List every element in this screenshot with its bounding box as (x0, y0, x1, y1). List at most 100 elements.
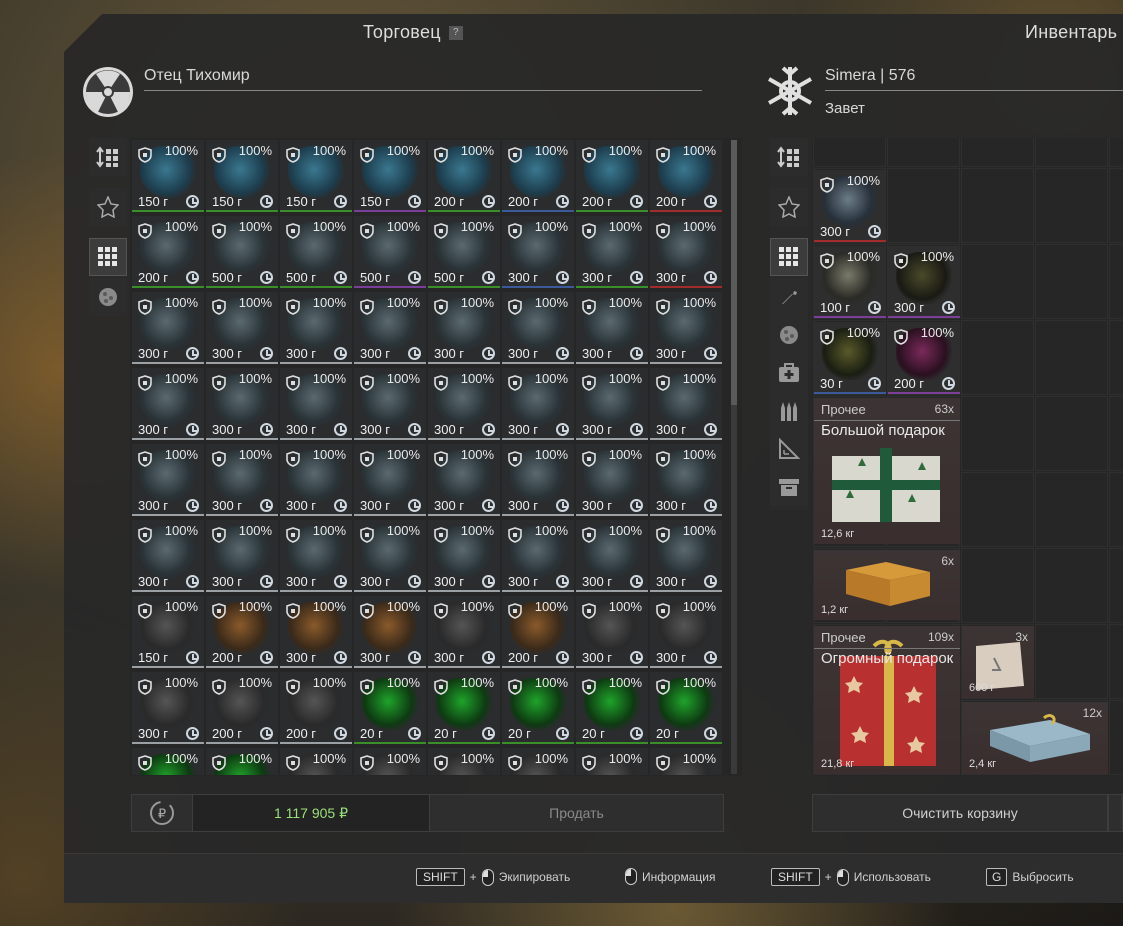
trader-item-slot[interactable]: 100% 300 г (132, 292, 204, 364)
weapon-icon[interactable] (770, 278, 808, 316)
trader-item-slot[interactable]: 100% 300 г (206, 444, 278, 516)
inventory-empty-slot[interactable] (1109, 396, 1123, 471)
trader-item-slot[interactable]: 100% 300 г (502, 520, 574, 592)
trader-item-slot[interactable]: 100% 300 г (280, 292, 352, 364)
trader-item-slot[interactable]: 100% 300 г (428, 520, 500, 592)
trader-item-slot[interactable]: 100% 200 г (206, 672, 278, 744)
inventory-empty-slot[interactable] (961, 472, 1034, 547)
trader-item-slot[interactable]: 100% (428, 748, 500, 775)
trader-item-slot[interactable]: 100% 300 г (354, 292, 426, 364)
inventory-item-slot[interactable]: 100% 30 г (814, 322, 886, 394)
trader-item-slot[interactable]: 100% 200 г (428, 140, 500, 212)
trader-item-slot[interactable]: 100% 300 г (354, 444, 426, 516)
box-icon[interactable] (770, 468, 808, 506)
artifact-icon[interactable] (770, 316, 808, 354)
inventory-empty-slot[interactable] (961, 168, 1034, 243)
trader-item-slot[interactable]: 100% 300 г (132, 520, 204, 592)
trader-item-slot[interactable]: 100% 300 г (206, 292, 278, 364)
inventory-empty-slot[interactable] (813, 138, 886, 167)
star-icon[interactable] (770, 188, 808, 226)
trader-item-slot[interactable]: 100% 300 г (576, 596, 648, 668)
inventory-item-slot[interactable]: 100% 300 г (888, 246, 960, 318)
inventory-empty-slot[interactable] (1035, 168, 1108, 243)
inventory-empty-slot[interactable] (887, 168, 960, 243)
inventory-empty-slot[interactable] (961, 320, 1034, 395)
trader-item-slot[interactable]: 100% (502, 748, 574, 775)
inventory-empty-slot[interactable] (1035, 624, 1108, 699)
trader-scrollbar[interactable] (731, 140, 737, 774)
trader-item-slot[interactable]: 100% 150 г (354, 140, 426, 212)
trader-item-slot[interactable]: 100% 300 г (132, 444, 204, 516)
sort-icon[interactable] (89, 138, 127, 176)
inventory-empty-slot[interactable] (1109, 472, 1123, 547)
inventory-gift-item[interactable]: 12x 2,4 кг (962, 702, 1108, 774)
inventory-gift-item[interactable]: 3x 600 г (962, 626, 1034, 698)
trader-item-slot[interactable]: 100% 200 г (650, 140, 722, 212)
trader-item-slot[interactable]: 100% 300 г (354, 368, 426, 440)
inventory-empty-slot[interactable] (1109, 624, 1123, 699)
inventory-empty-slot[interactable] (1035, 138, 1108, 167)
medkit-icon[interactable] (770, 354, 808, 392)
star-icon[interactable] (89, 188, 127, 226)
sort-icon[interactable] (770, 138, 808, 176)
trader-item-slot[interactable]: 100% 150 г (206, 140, 278, 212)
trader-item-slot[interactable]: 100% 300 г (650, 444, 722, 516)
trader-item-slot[interactable]: 100% 300 г (502, 444, 574, 516)
inventory-empty-slot[interactable] (887, 138, 960, 167)
grid-icon[interactable] (89, 238, 127, 276)
inventory-empty-slot[interactable] (1109, 138, 1123, 167)
inventory-empty-slot[interactable] (1109, 320, 1123, 395)
trader-item-slot[interactable]: 100% 300 г (280, 444, 352, 516)
trader-item-slot[interactable]: 100% 20 г (650, 672, 722, 744)
trader-item-slot[interactable]: 100% 300 г (428, 368, 500, 440)
trader-item-slot[interactable]: 100% 300 г (502, 368, 574, 440)
trader-item-slot[interactable]: 100% 20 г (502, 672, 574, 744)
inventory-empty-slot[interactable] (1035, 396, 1108, 471)
trader-scrollbar-thumb[interactable] (731, 140, 737, 405)
trader-item-slot[interactable]: 100% 150 г (132, 596, 204, 668)
inventory-empty-slot[interactable] (1109, 168, 1123, 243)
trader-item-slot[interactable]: 100% 300 г (428, 596, 500, 668)
help-button[interactable]: ? (448, 26, 463, 41)
inventory-empty-slot[interactable] (1109, 244, 1123, 319)
inventory-empty-slot[interactable] (961, 244, 1034, 319)
inventory-gift-item[interactable]: Прочее 109x Огромный подарок 21,8 кг (814, 626, 960, 774)
trader-item-slot[interactable]: 100% 200 г (132, 216, 204, 288)
trader-item-slot[interactable]: 100% (354, 748, 426, 775)
trader-item-slot[interactable]: 100% 300 г (132, 672, 204, 744)
trader-item-slot[interactable]: 100% 300 г (650, 292, 722, 364)
trader-item-slot[interactable]: 100% 20 г (354, 672, 426, 744)
clear-cart-button[interactable]: Очистить корзину (812, 794, 1108, 832)
trader-item-slot[interactable]: 100% 300 г (132, 368, 204, 440)
trader-item-slot[interactable]: 100% 20 г (428, 672, 500, 744)
inventory-empty-slot[interactable] (961, 138, 1034, 167)
trader-item-slot[interactable]: 100% 300 г (650, 368, 722, 440)
trader-item-slot[interactable]: 100% 300 г (354, 596, 426, 668)
inventory-item-slot[interactable]: 100% 300 г (814, 170, 886, 242)
trader-item-slot[interactable]: 100% 300 г (280, 520, 352, 592)
trader-item-slot[interactable]: 100% 300 г (576, 520, 648, 592)
trader-item-slot[interactable]: 100% 300 г (280, 368, 352, 440)
trader-item-slot[interactable]: 100% 500 г (280, 216, 352, 288)
trader-item-slot[interactable]: 100% 200 г (206, 596, 278, 668)
currency-exchange-button[interactable]: ₽ (131, 794, 193, 832)
trader-item-slot[interactable]: 100% 300 г (650, 216, 722, 288)
inventory-empty-slot[interactable] (1035, 548, 1108, 623)
trader-item-slot[interactable]: 100% 300 г (502, 292, 574, 364)
trader-item-slot[interactable]: 100% 300 г (428, 292, 500, 364)
inventory-gift-item[interactable]: Прочее 63x Большой подарок 12,6 кг (814, 398, 960, 544)
trader-item-slot[interactable]: 100% (280, 748, 352, 775)
sell-button[interactable]: Продать (429, 794, 724, 832)
inventory-empty-slot[interactable] (1109, 700, 1123, 775)
trader-item-slot[interactable]: 100% 300 г (502, 216, 574, 288)
trader-item-slot[interactable]: 100% 200 г (576, 140, 648, 212)
trader-item-slot[interactable]: 100% 300 г (576, 444, 648, 516)
trader-item-slot[interactable]: 100% 500 г (428, 216, 500, 288)
trader-item-slot[interactable]: 100% 300 г (280, 596, 352, 668)
trader-item-slot[interactable]: 100% 300 г (650, 520, 722, 592)
inventory-empty-slot[interactable] (1035, 320, 1108, 395)
inventory-item-slot[interactable]: 100% 100 г (814, 246, 886, 318)
trader-item-slot[interactable]: 100% 300 г (650, 596, 722, 668)
trader-item-slot[interactable]: 100% 500 г (354, 216, 426, 288)
trader-item-slot[interactable]: 100% (206, 748, 278, 775)
